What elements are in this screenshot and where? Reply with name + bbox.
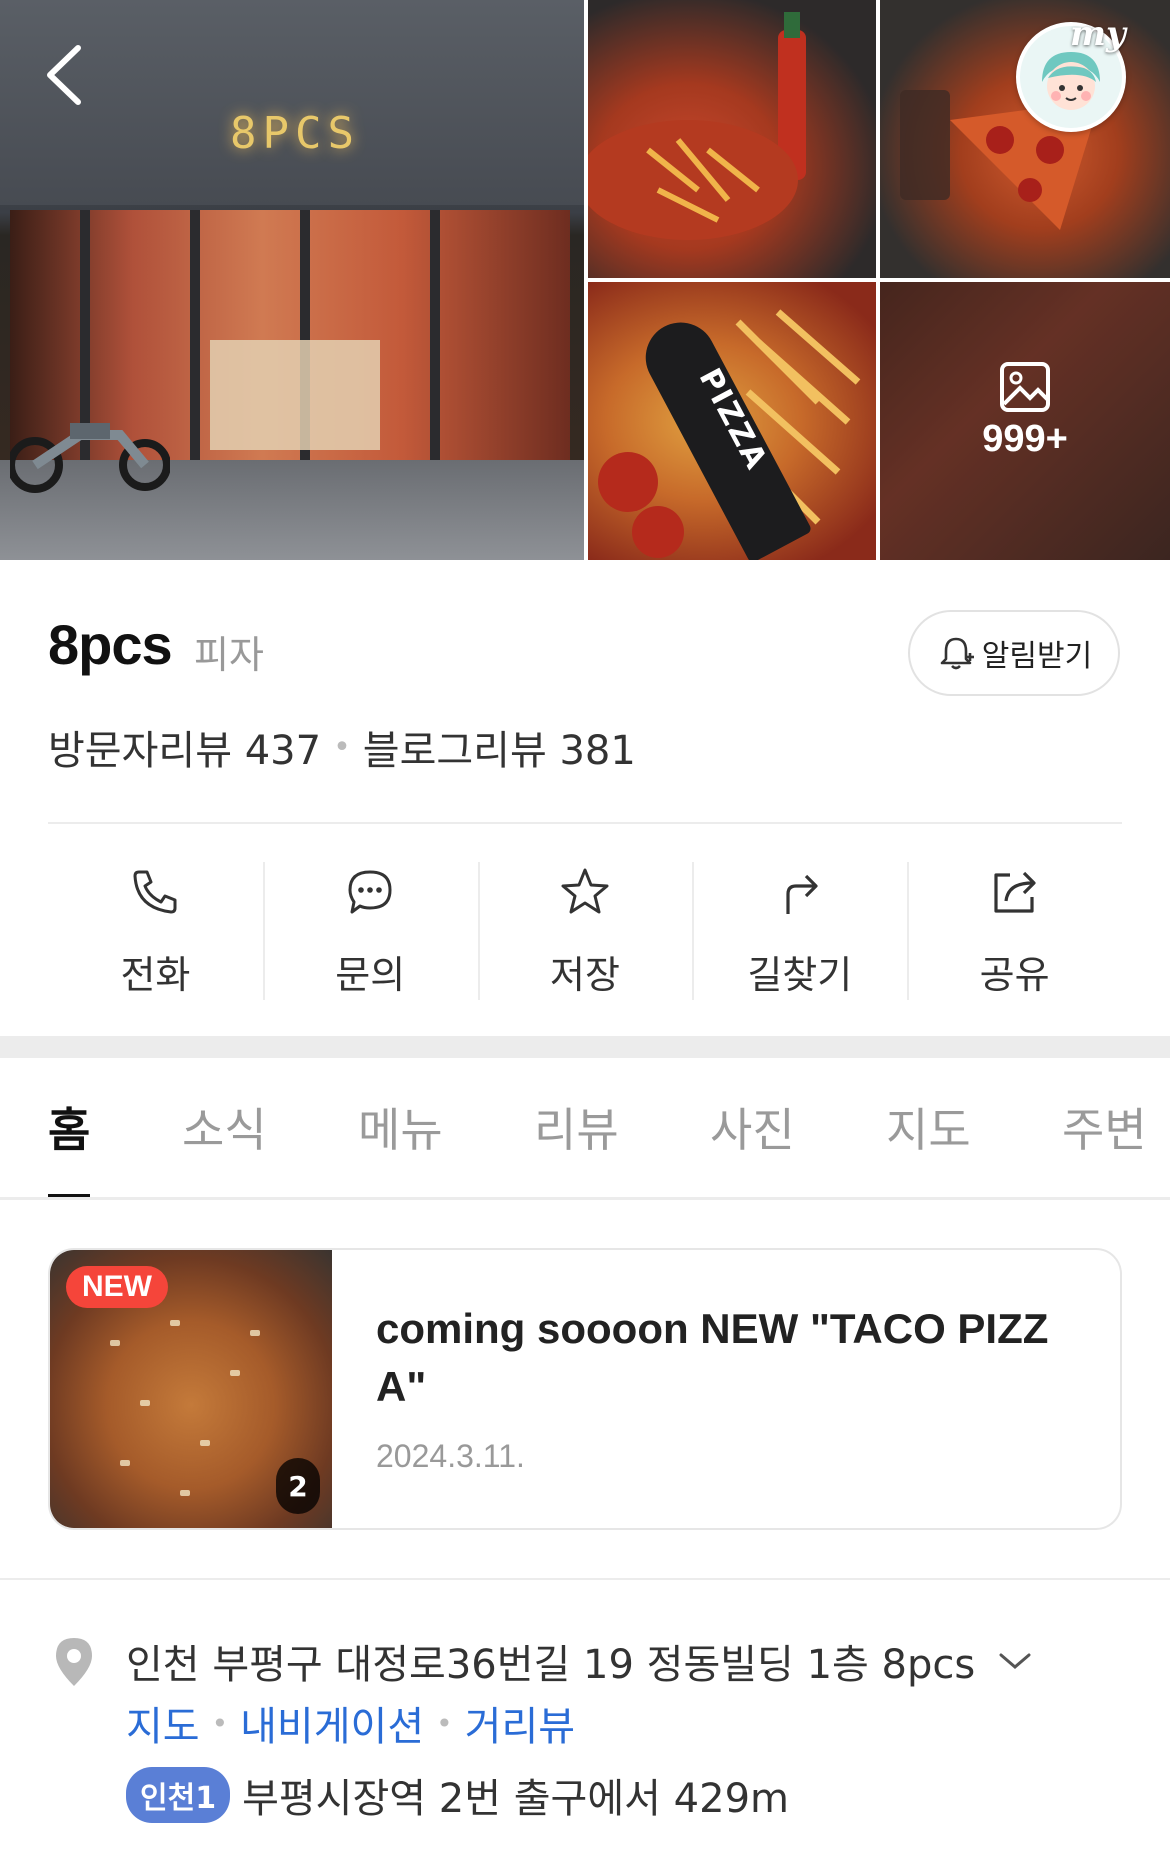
separator-dot: • xyxy=(211,1706,229,1740)
new-badge: NEW xyxy=(66,1266,168,1308)
address-row[interactable]: 인천 부평구 대정로36번길 19 정동빌딩 1층 8pcs xyxy=(126,1632,1033,1690)
directions-label: 길찾기 xyxy=(747,953,853,997)
subway-info: 인천1 부평시장역 2번 출구에서 429m xyxy=(126,1766,789,1824)
star-icon xyxy=(561,868,609,914)
street-view-link[interactable]: 거리뷰 xyxy=(465,1694,575,1752)
bell-plus-icon xyxy=(940,637,974,670)
tab-review[interactable]: 리뷰 xyxy=(534,1094,619,1160)
directions-button[interactable]: 길찾기 xyxy=(692,862,907,1002)
divider xyxy=(48,822,1122,824)
directions-icon xyxy=(786,874,818,914)
tab-menu[interactable]: 메뉴 xyxy=(358,1094,443,1160)
inquiry-button[interactable]: 문의 xyxy=(262,862,478,1002)
photo-gallery[interactable]: 8PCS PIZZA 999+ my xyxy=(0,0,1170,560)
photo-count: 999+ xyxy=(982,418,1068,460)
tab-nearby[interactable]: 주변 xyxy=(1062,1094,1147,1160)
pizza-fries-illustration xyxy=(588,12,806,240)
avatar-face-icon xyxy=(1042,52,1100,110)
chat-icon xyxy=(348,870,392,914)
tab-home[interactable]: 홈 xyxy=(48,1094,90,1160)
navigation-link[interactable]: 내비게이션 xyxy=(240,1694,424,1752)
inquiry-label: 문의 xyxy=(335,953,406,997)
subscribe-label: 알림받기 xyxy=(981,639,1093,674)
location-links: 지도 • 내비게이션 • 거리뷰 xyxy=(126,1694,575,1752)
call-button[interactable]: 전화 xyxy=(48,862,263,1002)
news-date: 2024.3.11. xyxy=(376,1438,525,1474)
section-separator xyxy=(0,1036,1170,1058)
tab-map[interactable]: 지도 xyxy=(886,1094,971,1160)
save-label: 저장 xyxy=(550,953,620,997)
subway-distance: 부평시장역 2번 출구에서 429m xyxy=(242,1776,789,1822)
map-link[interactable]: 지도 xyxy=(126,1694,200,1752)
store-sign: 8PCS xyxy=(230,108,360,159)
my-label: my xyxy=(1070,14,1126,54)
image-count-badge: 2 xyxy=(276,1458,320,1514)
tabs-divider xyxy=(0,1197,1170,1200)
divider xyxy=(0,1578,1170,1580)
motorcycle-icon xyxy=(10,423,170,493)
review-summary: 방문자리뷰 437 • 블로그리뷰 381 xyxy=(48,718,636,776)
place-name: 8pcs xyxy=(48,613,173,676)
food-photo-2[interactable] xyxy=(880,0,1170,278)
share-button[interactable]: 공유 xyxy=(907,862,1122,1002)
location-pin-icon xyxy=(56,1638,92,1686)
pizza-slice-illustration xyxy=(900,90,1100,230)
more-photos[interactable]: 999+ xyxy=(880,360,1170,461)
blog-review-link[interactable]: 블로그리뷰 381 xyxy=(363,718,636,776)
action-bar: 전화 문의 저장 길찾기 공유 xyxy=(48,862,1122,1002)
tab-photo[interactable]: 사진 xyxy=(710,1094,795,1160)
call-label: 전화 xyxy=(120,953,191,997)
image-icon xyxy=(1000,362,1050,412)
save-button[interactable]: 저장 xyxy=(477,862,693,1002)
news-title: coming soooon NEW "TACO PIZZA" xyxy=(376,1305,1049,1410)
place-category: 피자 xyxy=(194,633,264,677)
food-photo-1[interactable] xyxy=(588,0,876,278)
chevron-down-icon[interactable] xyxy=(997,1649,1033,1673)
food-photo-3[interactable]: PIZZA xyxy=(588,282,876,560)
share-label: 공유 xyxy=(979,953,1050,997)
separator-dot: • xyxy=(333,729,351,765)
subscribe-button[interactable]: 알림받기 xyxy=(908,610,1120,696)
share-icon xyxy=(993,871,1036,913)
phone-icon xyxy=(133,870,177,914)
tab-bar: 홈 소식 메뉴 리뷰 사진 지도 주변 xyxy=(0,1058,1170,1199)
back-arrow-icon[interactable] xyxy=(40,40,90,110)
tab-news[interactable]: 소식 xyxy=(182,1094,267,1160)
visitor-review-link[interactable]: 방문자리뷰 437 xyxy=(48,718,321,776)
address-text: 인천 부평구 대정로36번길 19 정동빌딩 1층 8pcs xyxy=(126,1642,976,1688)
separator-dot: • xyxy=(436,1706,453,1740)
subway-line-badge: 인천1 xyxy=(126,1767,231,1823)
news-card[interactable]: NEW 2 coming soooon NEW "TACO PIZZA" 202… xyxy=(48,1248,1122,1530)
